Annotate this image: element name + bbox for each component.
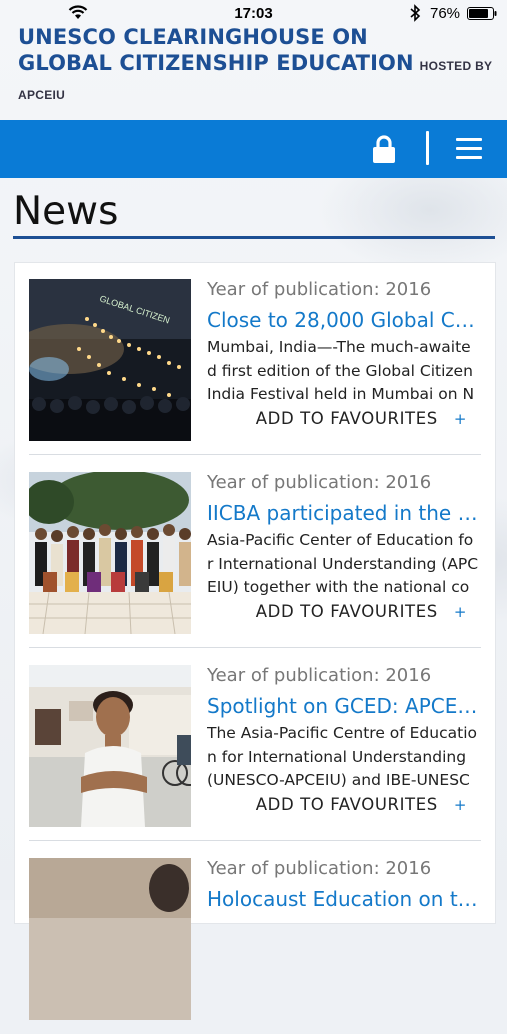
battery-icon [467,7,497,20]
news-excerpt [207,915,479,987]
news-thumbnail[interactable]: GLOBAL CITIZEN [29,279,191,441]
add-to-favourites-button[interactable]: ADD TO FAVOURITES + [256,795,467,814]
publication-year: Year of publication: 2016 [207,472,432,493]
publication-year: Year of publication: 2016 [207,279,432,300]
news-title-link[interactable]: Holocaust Education on the Agenda [207,887,479,911]
news-thumbnail[interactable] [29,665,191,827]
news-title-link[interactable]: IICBA participated in the Forum [207,501,479,525]
news-list: GLOBAL CITIZEN Year of publication: 2016… [14,262,496,1020]
news-excerpt: The Asia-Pacific Centre of Education for… [207,724,477,789]
add-to-favourites-label: ADD TO FAVOURITES [255,409,438,428]
plus-icon: + [453,603,467,621]
publication-year: Year of publication: 2016 [207,665,432,686]
news-item[interactable]: Year of publication: 2016 Holocaust Educ… [29,842,481,1034]
lock-icon[interactable] [372,134,396,164]
battery-percent: 76% [430,5,461,22]
news-thumbnail[interactable] [29,472,191,634]
page-title: News [13,188,495,239]
plus-icon: + [453,410,467,428]
news-item[interactable]: Year of publication: 2016 IICBA particip… [29,456,481,648]
news-item[interactable]: GLOBAL CITIZEN Year of publication: 2016… [29,263,481,455]
site-title-line2: GLOBAL CITIZENSHIP EDUCATION [18,51,414,75]
news-thumbnail[interactable] [29,858,191,1020]
nav-divider [426,131,429,165]
add-to-favourites-label: ADD TO FAVOURITES [255,795,438,814]
news-title-link[interactable]: Close to 28,000 Global Citizens Gather [207,308,479,332]
divider [29,454,481,455]
divider [29,647,481,648]
add-to-favourites-label: ADD TO FAVOURITES [255,602,438,621]
hamburger-menu-icon[interactable] [456,138,482,160]
status-bar: 17:03 76% [0,0,507,28]
publication-year: Year of publication: 2016 [207,858,432,879]
news-excerpt: Asia-Pacific Center of Education for Int… [207,531,479,596]
news-title-link[interactable]: Spotlight on GCED: APCEIU and IBE [207,694,479,718]
add-to-favourites-button[interactable]: ADD TO FAVOURITES + [256,409,467,428]
news-item[interactable]: Year of publication: 2016 Spotlight on G… [29,649,481,841]
site-header: UNESCO CLEARINGHOUSE ON GLOBAL CITIZENSH… [18,24,497,108]
divider [29,840,481,841]
news-excerpt: Mumbai, India—-The much-awaited first ed… [207,338,475,403]
nav-bar [0,120,507,178]
plus-icon: + [453,796,467,814]
bluetooth-icon [410,4,421,22]
add-to-favourites-button[interactable]: ADD TO FAVOURITES + [256,602,467,621]
site-title[interactable]: UNESCO CLEARINGHOUSE ON GLOBAL CITIZENSH… [18,24,497,108]
